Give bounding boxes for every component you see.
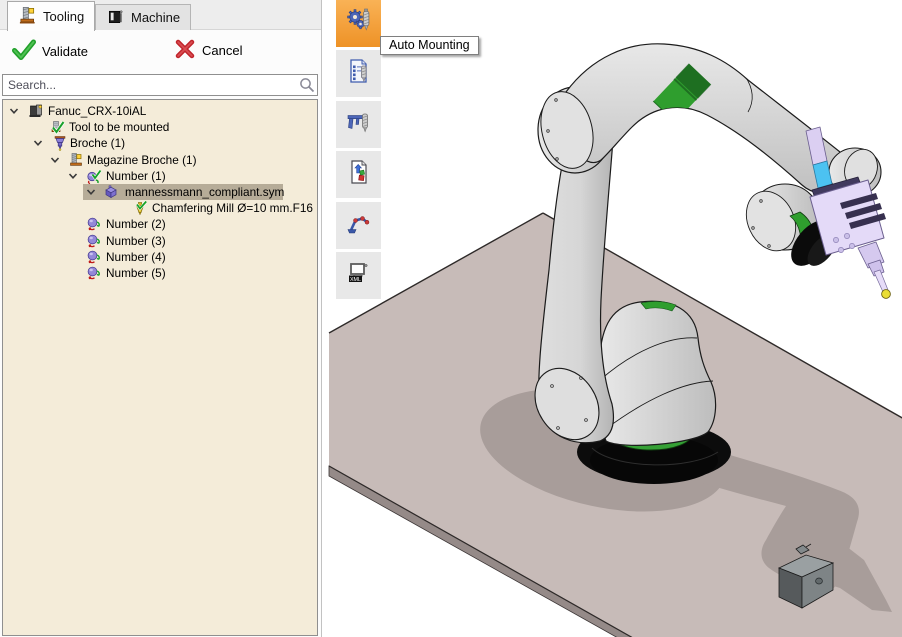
search-icon[interactable] <box>299 77 315 93</box>
import-export-button[interactable] <box>336 151 381 198</box>
tree-row-mannessmann-compliant[interactable]: mannessmann_compliant.sym <box>3 184 317 200</box>
tree-row-broche[interactable]: Broche (1) <box>3 135 317 151</box>
tool-slot-icon <box>86 249 102 265</box>
tree-row-label: Fanuc_CRX-10iAL <box>48 104 146 118</box>
tree-row-label: Number (4) <box>106 250 166 264</box>
svg-text:XML: XML <box>349 277 360 283</box>
tool-list-icon <box>345 57 373 90</box>
viewport-3d[interactable] <box>322 0 902 637</box>
file-transfer-icon <box>345 158 373 191</box>
tab-label: Machine <box>131 10 180 25</box>
robot-arm-icon <box>345 209 373 242</box>
tab-machine[interactable]: Machine <box>95 4 191 30</box>
search-bar <box>2 74 318 96</box>
validate-button[interactable]: Validate <box>8 36 92 67</box>
tree-row-label: Broche (1) <box>70 136 125 150</box>
tree-row-label: Magazine Broche (1) <box>87 153 197 167</box>
tab-bar: Tooling Machine <box>0 0 321 30</box>
tree-row-label: Number (3) <box>106 234 166 248</box>
tree-row-label: mannessmann_compliant.sym <box>125 185 284 199</box>
tree-row-chamfering-mill[interactable]: Chamfering Mill Ø=10 mm.F16 <box>3 200 317 216</box>
tool-slot-icon <box>86 265 102 281</box>
export-xml-button[interactable]: XML <box>336 252 381 299</box>
auto-mounting-icon <box>345 7 373 40</box>
robot-arm-button[interactable] <box>336 202 381 249</box>
application-window: XML Auto Mounting Tooling <box>0 0 902 637</box>
tree-row-number-4[interactable]: Number (4) <box>3 249 317 265</box>
robot-machine-icon <box>28 103 44 119</box>
tool-list-button[interactable] <box>336 50 381 97</box>
tool-measure-button[interactable] <box>336 101 381 148</box>
chamfering-mill-icon <box>132 200 148 216</box>
machine-tab-icon <box>106 7 125 29</box>
tree-row-number-2[interactable]: Number (2) <box>3 216 317 232</box>
tree-row-magazine-broche[interactable]: Magazine Broche (1) <box>3 152 317 168</box>
sym-component-icon <box>103 184 119 200</box>
tree-row-machine-root[interactable]: Fanuc_CRX-10iAL <box>3 103 317 119</box>
left-panel: Tooling Machine <box>0 0 322 637</box>
tree-row-tool-to-be-mounted[interactable]: Tool to be mounted <box>3 119 317 135</box>
tool-mounted-check-icon <box>49 119 65 135</box>
chevron-down-icon[interactable] <box>68 171 78 181</box>
machine-xml-icon: XML <box>345 259 373 292</box>
cancel-label: Cancel <box>202 43 242 58</box>
tab-tooling[interactable]: Tooling <box>7 1 95 31</box>
chevron-down-icon[interactable] <box>33 138 43 148</box>
tool-magazine-icon <box>68 152 84 168</box>
tree-row-label: Chamfering Mill Ø=10 mm.F16 <box>152 201 313 215</box>
tool-slot-icon <box>86 216 102 232</box>
search-input[interactable] <box>2 74 318 96</box>
tree-row-number-5[interactable]: Number (5) <box>3 265 317 281</box>
cancel-x-icon <box>174 38 196 63</box>
viewport-toolbar: XML <box>336 0 381 310</box>
caliper-icon <box>345 108 373 141</box>
tool-slot-checked-icon <box>86 168 102 184</box>
tooling-tab-icon <box>18 6 37 28</box>
tree-row-number-1[interactable]: Number (1) <box>3 168 317 184</box>
tree-row-label: Tool to be mounted <box>69 120 169 134</box>
cancel-button[interactable]: Cancel <box>170 36 246 65</box>
tree-row-label: Number (1) <box>106 169 166 183</box>
tree-row-number-3[interactable]: Number (3) <box>3 233 317 249</box>
tree-row-label: Number (2) <box>106 217 166 231</box>
probe-tip <box>882 290 891 299</box>
chevron-down-icon[interactable] <box>86 187 96 197</box>
chevron-down-icon[interactable] <box>50 155 60 165</box>
tool-slot-icon <box>86 233 102 249</box>
chevron-down-icon[interactable] <box>9 106 19 116</box>
spindle-icon <box>52 135 68 151</box>
tree-row-label: Number (5) <box>106 266 166 280</box>
validate-label: Validate <box>42 44 88 59</box>
tooltip-auto-mounting: Auto Mounting <box>380 36 479 55</box>
validate-check-icon <box>12 38 36 65</box>
auto-mounting-button[interactable] <box>336 0 381 47</box>
tooling-tree: Fanuc_CRX-10iAL Tool to be mounted <box>2 99 318 636</box>
action-bar: Validate Cancel <box>0 30 321 72</box>
tab-label: Tooling <box>43 9 84 24</box>
